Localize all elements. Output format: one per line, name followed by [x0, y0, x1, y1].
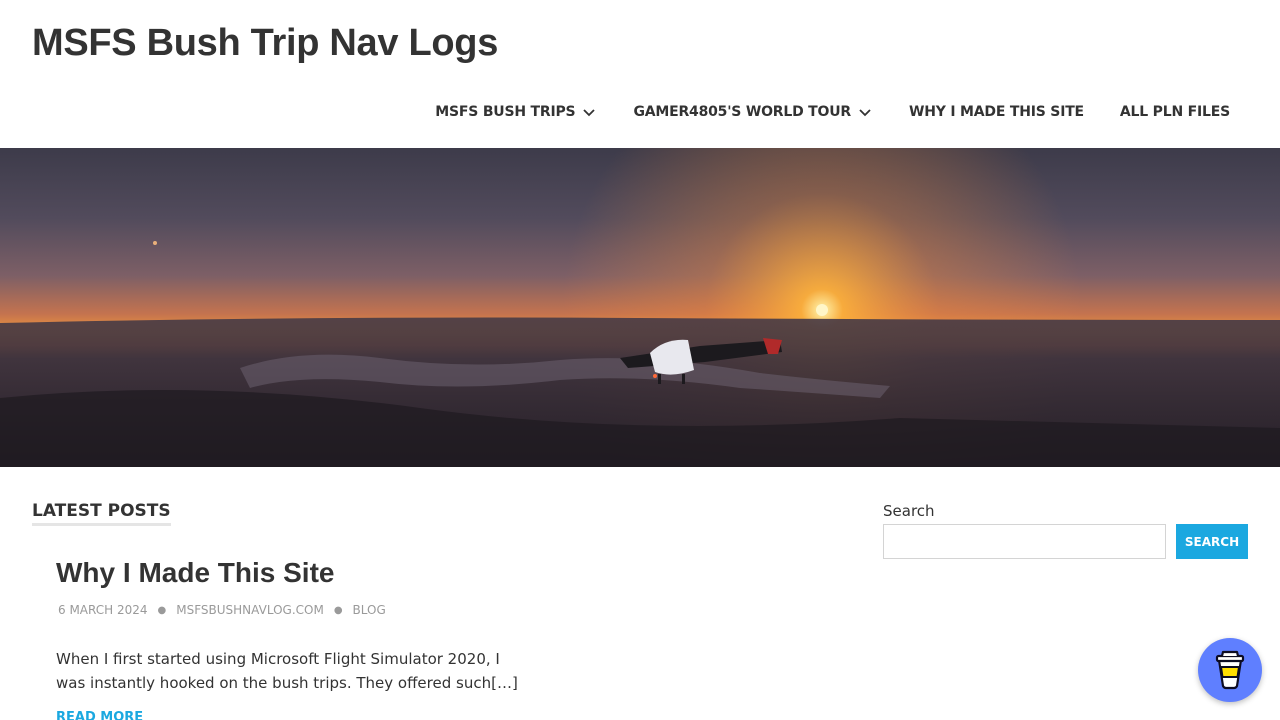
meta-separator: ●: [333, 604, 343, 616]
post-title[interactable]: Why I Made This Site: [56, 557, 334, 589]
post-excerpt: When I first started using Microsoft Fli…: [56, 650, 518, 692]
search-row: SEARCH: [883, 524, 1248, 559]
coffee-cup-icon: [1215, 650, 1245, 690]
site-title[interactable]: MSFS Bush Trip Nav Logs: [32, 22, 498, 65]
post-author[interactable]: MSFSBUSHNAVLOG.COM: [176, 603, 324, 617]
nav-item-label: ALL PLN FILES: [1119, 104, 1230, 120]
hero-banner-image: [0, 148, 1280, 467]
nav-item-why-i-made-this-site[interactable]: WHY I MADE THIS SITE: [909, 104, 1084, 120]
search-button[interactable]: SEARCH: [1176, 524, 1248, 559]
search-input[interactable]: [883, 524, 1166, 559]
post-date[interactable]: 6 MARCH 2024: [58, 603, 148, 617]
search-label: Search: [883, 502, 935, 520]
meta-separator: ●: [157, 604, 167, 616]
nav-item-world-tour[interactable]: GAMER4805'S WORLD TOUR: [633, 104, 873, 120]
buy-me-a-coffee-button[interactable]: [1198, 638, 1262, 702]
main-navigation: MSFS BUSH TRIPS GAMER4805'S WORLD TOUR W…: [435, 104, 1230, 120]
sunset-flight-banner: [0, 148, 1280, 467]
nav-item-label: WHY I MADE THIS SITE: [909, 104, 1084, 120]
latest-posts-heading: LATEST POSTS: [32, 501, 171, 526]
post-category[interactable]: BLOG: [353, 603, 386, 617]
sidebar-search-widget: Search SEARCH: [883, 502, 1248, 559]
nav-item-msfs-bush-trips[interactable]: MSFS BUSH TRIPS: [435, 104, 597, 120]
read-more-link[interactable]: READ MORE: [56, 710, 143, 720]
chevron-down-icon: [859, 109, 871, 117]
post-meta: 6 MARCH 2024 ● MSFSBUSHNAVLOG.COM ● BLOG: [58, 603, 386, 617]
nav-item-label: MSFS BUSH TRIPS: [435, 104, 576, 120]
nav-item-label: GAMER4805'S WORLD TOUR: [633, 104, 851, 120]
nav-item-all-pln-files[interactable]: ALL PLN FILES: [1120, 104, 1230, 120]
chevron-down-icon: [583, 109, 596, 117]
